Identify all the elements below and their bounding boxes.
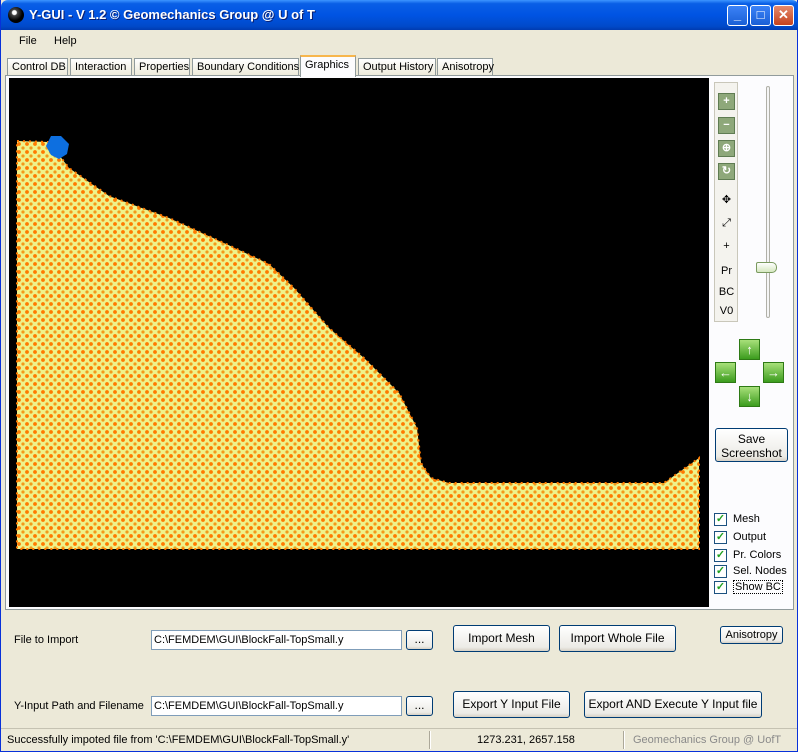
status-message: Successfully impoted file from 'C:\FEMDE… <box>7 734 350 746</box>
zoom-out-icon[interactable]: − <box>718 117 735 134</box>
app-icon <box>8 7 24 23</box>
title-bar[interactable]: Y-GUI - V 1.2 © Geomechanics Group @ U o… <box>1 0 798 30</box>
window-title: Y-GUI - V 1.2 © Geomechanics Group @ U o… <box>29 7 315 22</box>
y-input-path-input[interactable]: C:\FEMDEM\GUI\BlockFall-TopSmall.y <box>151 696 402 716</box>
import-mesh-button[interactable]: Import Mesh <box>453 625 550 652</box>
close-button[interactable]: ✕ <box>773 5 794 26</box>
status-coords: 1273.231, 2657.158 <box>477 734 575 746</box>
check-icon: ✓ <box>714 512 727 526</box>
tab-output-history[interactable]: Output History <box>358 58 436 76</box>
checkbox-sel-nodes[interactable]: ✓ Sel. Nodes <box>714 564 787 578</box>
checkbox-show-bc[interactable]: ✓ Show BC <box>714 580 783 594</box>
graphics-toolbar: + − ⊕ ↻ ✥ ⤢ + Pr BC V0 <box>714 82 738 322</box>
browse-output-button[interactable]: ... <box>406 696 433 716</box>
tool-bc[interactable]: BC <box>718 284 735 301</box>
tool-v0[interactable]: V0 <box>718 303 735 320</box>
y-input-label: Y-Input Path and Filename <box>14 700 144 712</box>
status-credit: Geomechanics Group @ UofT <box>633 734 782 746</box>
pan-down-button[interactable]: ↓ <box>739 386 760 407</box>
tab-graphics[interactable]: Graphics <box>300 55 356 77</box>
zoom-fit-icon[interactable]: ⊕ <box>718 140 735 157</box>
file-to-import-label: File to Import <box>14 634 79 646</box>
check-icon: ✓ <box>714 548 727 562</box>
zoom-in-icon[interactable]: + <box>718 93 735 110</box>
status-separator <box>429 731 431 749</box>
tab-anisotropy[interactable]: Anisotropy <box>437 58 494 76</box>
zoom-reset-icon[interactable]: ↻ <box>718 163 735 180</box>
check-icon: ✓ <box>714 564 727 578</box>
checkbox-output[interactable]: ✓ Output <box>714 530 766 544</box>
browse-import-button[interactable]: ... <box>406 630 433 650</box>
tab-control-db[interactable]: Control DB <box>7 58 68 76</box>
mesh-region[interactable] <box>16 139 700 550</box>
import-whole-file-button[interactable]: Import Whole File <box>559 625 676 652</box>
anisotropy-button[interactable]: Anisotropy <box>720 626 783 644</box>
mesh-plot <box>16 136 700 550</box>
pan-icon[interactable]: ✥ <box>718 192 735 209</box>
menu-file[interactable]: File <box>19 35 37 47</box>
tab-properties[interactable]: Properties <box>134 58 190 76</box>
export-execute-button[interactable]: Export AND Execute Y Input file <box>584 691 762 718</box>
checkbox-mesh[interactable]: ✓ Mesh <box>714 512 760 526</box>
expand-icon[interactable]: ⤢ <box>718 215 735 232</box>
maximize-button[interactable]: □ <box>750 5 771 26</box>
status-bar: Successfully impoted file from 'C:\FEMDE… <box>1 728 797 750</box>
pan-left-button[interactable]: ← <box>715 362 736 383</box>
tool-pr[interactable]: Pr <box>718 263 735 280</box>
pan-up-button[interactable]: ↑ <box>739 339 760 360</box>
minimize-button[interactable]: _ <box>727 5 748 26</box>
tab-interaction[interactable]: Interaction <box>70 58 132 76</box>
menu-bar: File Help <box>1 30 798 52</box>
status-separator <box>623 731 625 749</box>
zoom-slider-track[interactable] <box>766 86 770 318</box>
mesh-canvas[interactable] <box>9 78 709 607</box>
zoom-slider-thumb[interactable] <box>756 262 777 273</box>
export-y-input-button[interactable]: Export Y Input File <box>453 691 570 718</box>
file-to-import-input[interactable]: C:\FEMDEM\GUI\BlockFall-TopSmall.y <box>151 630 402 650</box>
pan-right-button[interactable]: → <box>763 362 784 383</box>
check-icon: ✓ <box>714 580 727 594</box>
save-screenshot-button[interactable]: Save Screenshot <box>715 428 788 462</box>
menu-help[interactable]: Help <box>54 35 77 47</box>
checkbox-pr-colors[interactable]: ✓ Pr. Colors <box>714 548 781 562</box>
app-window: Y-GUI - V 1.2 © Geomechanics Group @ U o… <box>0 0 798 752</box>
check-icon: ✓ <box>714 530 727 544</box>
plus-icon[interactable]: + <box>718 238 735 255</box>
tab-boundary-conditions[interactable]: Boundary Conditions <box>192 58 299 76</box>
